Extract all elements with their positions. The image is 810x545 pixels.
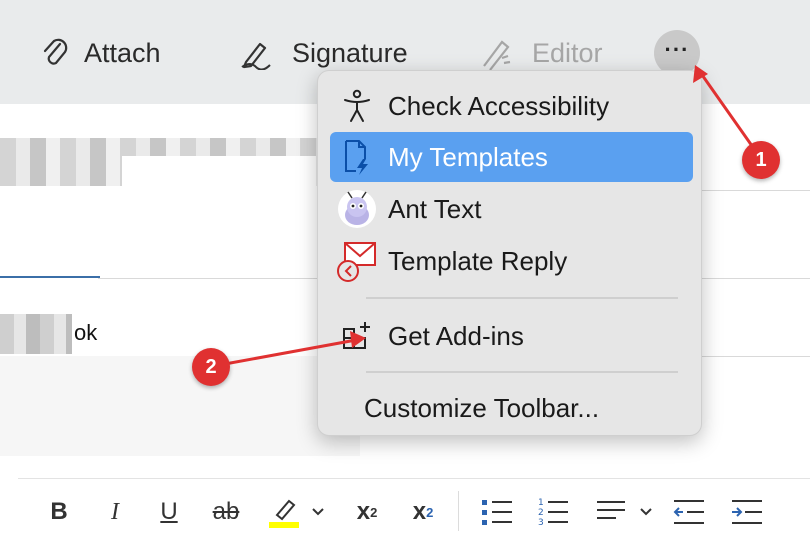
more-options-menu: Check Accessibility My Templates Ant Tex… [317,70,702,436]
increase-indent-button[interactable] [730,495,764,529]
subscript-base: x [412,498,427,525]
menu-separator [366,371,678,373]
subscript-mark: 2 [426,504,434,520]
align-left-icon [597,501,625,519]
menu-item-template-reply[interactable]: Template Reply [330,236,693,286]
superscript-button[interactable]: x2 [352,495,382,529]
menu-item-my-templates[interactable]: My Templates [330,132,693,182]
numbered-list-icon: 123 [538,498,568,528]
editor-label: Editor [532,37,603,68]
bullet-list-button[interactable] [480,495,514,529]
numbered-list-button[interactable]: 123 [536,495,570,529]
svg-text:3: 3 [538,518,544,528]
menu-item-get-add-ins[interactable]: Get Add-ins [330,311,693,361]
menu-item-ant-text[interactable]: Ant Text [330,184,693,234]
superscript-base: x [356,498,371,525]
strikethrough-button[interactable]: ab [208,495,244,529]
toolbar-divider [458,491,459,531]
menu-item-label: Get Add-ins [388,320,524,351]
subject-partial-text: ok [74,320,98,345]
svg-text:2: 2 [538,508,544,518]
blurred-subject-text [0,314,72,354]
paperclip-icon [43,38,68,65]
bullet-list-icon [482,500,512,525]
align-button[interactable] [594,495,628,529]
menu-item-label: Customize Toolbar... [364,392,600,423]
add-ins-icon [343,322,370,349]
highlighter-icon [269,499,299,528]
decrease-indent-icon [673,500,704,524]
menu-separator [366,297,678,299]
decrease-indent-button[interactable] [672,495,706,529]
italic-button[interactable]: I [102,495,128,529]
underline-button[interactable]: U [156,495,182,529]
bold-button[interactable]: B [46,495,72,529]
subscript-button[interactable]: x2 [408,495,438,529]
highlight-button[interactable] [264,495,304,529]
editor-pen-icon [483,40,511,70]
annotation-badge-2: 2 [192,348,230,386]
chevron-down-icon [640,508,652,516]
highlight-dropdown[interactable] [308,495,328,529]
menu-item-label: Ant Text [388,193,482,224]
svg-text:1: 1 [538,498,544,508]
menu-item-customize-toolbar[interactable]: Customize Toolbar... [360,383,723,433]
signature-label: Signature [292,37,408,68]
menu-item-label: Check Accessibility [388,90,610,121]
attach-label: Attach [84,37,161,68]
accessibility-icon [344,89,370,122]
chevron-down-icon [312,508,324,516]
annotation-badge-1: 1 [742,141,780,179]
align-dropdown[interactable] [636,495,656,529]
menu-item-label: Template Reply [388,245,568,276]
ant-icon [338,190,376,228]
field-divider-top [700,190,810,191]
formatting-toolbar: B I U ab x2 x2 123 [18,478,810,545]
menu-item-label: My Templates [388,141,548,172]
template-reply-icon [337,242,376,282]
increase-indent-icon [732,500,762,524]
field-underline [0,276,100,278]
body-area[interactable] [0,356,360,456]
menu-item-check-accessibility[interactable]: Check Accessibility [330,81,693,131]
attach-button[interactable]: Attach [40,30,161,76]
superscript-mark: 2 [370,504,378,520]
more-dots-icon: ··· [664,37,690,62]
signature-pen-icon [241,42,271,70]
templates-icon [345,140,368,175]
